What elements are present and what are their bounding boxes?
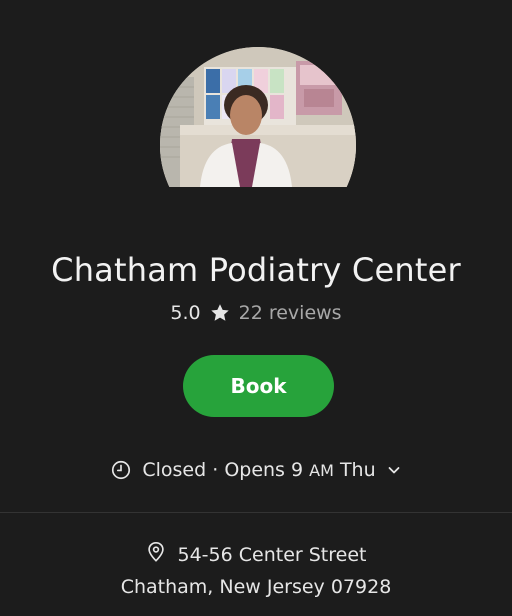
hours-ampm: AM	[309, 461, 334, 480]
address-city-line[interactable]: Chatham, New Jersey 07928	[0, 576, 512, 598]
review-count-link[interactable]: 22 reviews	[239, 302, 342, 324]
hours-opens: Opens 9	[224, 459, 304, 481]
section-divider	[0, 512, 512, 513]
star-icon	[209, 302, 231, 324]
address-street-row[interactable]: 54-56 Center Street	[0, 541, 512, 568]
location-pin-icon	[146, 541, 166, 568]
rating-value: 5.0	[170, 302, 201, 324]
clock-icon	[110, 459, 132, 481]
hours-text: Closed · Opens 9 AM Thu	[142, 459, 375, 481]
hours-separator: ·	[212, 459, 219, 481]
address-street: 54-56 Center Street	[177, 543, 367, 566]
business-name: Chatham Podiatry Center	[51, 251, 461, 289]
hours-status: Closed	[142, 459, 207, 481]
book-button[interactable]: Book	[183, 355, 334, 417]
hours-toggle[interactable]: Closed · Opens 9 AM Thu	[0, 459, 512, 481]
hours-day: Thu	[339, 459, 376, 481]
business-photo-image	[160, 47, 356, 187]
business-profile-card: Chatham Podiatry Center 5.0 22 reviews B…	[0, 0, 512, 616]
business-photo[interactable]	[160, 47, 356, 187]
rating-summary[interactable]: 5.0 22 reviews	[0, 302, 512, 324]
chevron-down-icon[interactable]	[386, 462, 402, 478]
